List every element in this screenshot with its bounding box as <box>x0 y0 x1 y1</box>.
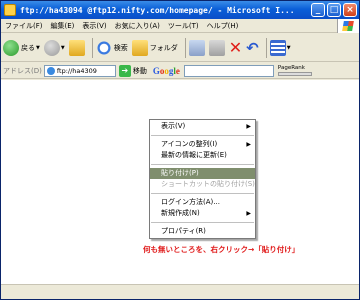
address-value: ftp://ha4309 <box>56 66 97 75</box>
back-label: 戻る <box>21 43 35 52</box>
copy-to-button[interactable] <box>208 36 225 60</box>
menu-separator <box>151 193 254 194</box>
toolbar-separator <box>265 37 267 58</box>
back-arrow-icon <box>3 39 19 56</box>
title-bar[interactable]: ftp://ha43094 @ftp12.nifty.com/homepage/… <box>1 1 359 19</box>
menu-separator <box>151 135 254 136</box>
context-item-label: 最新の情報に更新(E) <box>161 151 227 159</box>
forward-arrow-icon <box>43 39 60 56</box>
context-item-label: アイコンの整列(I) <box>161 140 218 148</box>
menu-favorites[interactable]: お気に入り(A) <box>111 21 164 31</box>
menu-tools[interactable]: ツール(T) <box>164 21 203 31</box>
back-button[interactable]: 戻る ▼ <box>3 36 40 60</box>
menu-view[interactable]: 表示(V) <box>78 21 110 31</box>
copy-to-icon <box>208 39 225 56</box>
context-item-arrange-icons[interactable]: アイコンの整列(I) ▶ <box>150 139 255 150</box>
folders-label: フォルダ <box>149 43 178 52</box>
address-bar: アドレス(D) ftp://ha4309 ➔ 移動 Google PageRan… <box>1 63 359 79</box>
context-item-label: 新規作成(N) <box>161 209 200 217</box>
context-item-paste[interactable]: 貼り付け(P) <box>150 168 255 179</box>
context-item-properties[interactable]: プロパティ(R) <box>150 226 255 237</box>
context-item-view[interactable]: 表示(V) ▶ <box>150 121 255 132</box>
up-folder-icon <box>68 39 85 56</box>
context-item-label: ショートカットの貼り付け(S) <box>161 180 255 188</box>
dropdown-icon[interactable]: ▼ <box>61 45 65 51</box>
globe-icon <box>46 66 55 75</box>
undo-button[interactable]: ↶ <box>246 36 259 60</box>
menu-bar: ファイル(F) 編集(E) 表示(V) お気に入り(A) ツール(T) ヘルプ(… <box>1 19 359 33</box>
go-arrow-icon: ➔ <box>118 64 131 77</box>
move-to-icon <box>188 39 205 56</box>
submenu-arrow-icon: ▶ <box>246 210 251 217</box>
forward-button[interactable]: ▼ <box>43 36 65 60</box>
toolbar-separator <box>91 37 93 58</box>
address-label: アドレス(D) <box>3 66 42 75</box>
context-item-new[interactable]: 新規作成(N) ▶ <box>150 208 255 219</box>
context-item-label: ログイン方法(A)... <box>161 198 220 206</box>
go-button[interactable]: ➔ 移動 <box>118 64 147 77</box>
context-item-login-as[interactable]: ログイン方法(A)... <box>150 197 255 208</box>
menu-help[interactable]: ヘルプ(H) <box>203 21 243 31</box>
search-button[interactable]: 検索 <box>95 36 128 60</box>
go-label: 移動 <box>132 66 147 75</box>
menu-file[interactable]: ファイル(F) <box>1 21 47 31</box>
folders-button[interactable]: フォルダ <box>131 36 178 60</box>
context-item-label: 表示(V) <box>161 122 186 130</box>
move-to-button[interactable] <box>188 36 205 60</box>
google-search-input[interactable] <box>183 64 274 77</box>
maximize-icon[interactable]: □ <box>327 3 341 17</box>
menu-edit[interactable]: 編集(E) <box>47 21 79 31</box>
context-item-label: 貼り付け(P) <box>161 169 199 177</box>
delete-button[interactable]: ✕ <box>229 36 242 60</box>
minimize-icon[interactable]: _ <box>311 3 325 17</box>
windows-logo-icon <box>337 19 359 33</box>
google-logo: Google <box>152 65 180 76</box>
submenu-arrow-icon: ▶ <box>246 141 251 148</box>
window-controls: _ □ × <box>311 3 357 17</box>
menu-separator <box>151 164 254 165</box>
context-item-paste-shortcut: ショートカットの貼り付け(S) <box>150 179 255 190</box>
folder-icon <box>131 39 148 56</box>
context-item-refresh[interactable]: 最新の情報に更新(E) <box>150 150 255 161</box>
dropdown-icon[interactable]: ▼ <box>287 45 291 51</box>
dropdown-icon[interactable]: ▼ <box>36 45 40 51</box>
context-menu: 表示(V) ▶ アイコンの整列(I) ▶ 最新の情報に更新(E) 貼り付け(P)… <box>149 119 256 239</box>
search-label: 検索 <box>113 43 128 52</box>
address-input[interactable]: ftp://ha4309 <box>43 64 116 77</box>
toolbar-separator <box>184 37 186 58</box>
status-bar <box>1 284 359 299</box>
submenu-arrow-icon: ▶ <box>246 123 251 130</box>
window-title: ftp://ha43094 @ftp12.nifty.com/homepage/… <box>20 5 295 15</box>
toolbar: 戻る ▼ ▼ 検索 フォルダ ✕ ↶ ▼ <box>1 34 359 62</box>
undo-icon: ↶ <box>246 38 259 57</box>
pagerank-bar <box>277 72 312 76</box>
pagerank-label: PageRank <box>277 65 305 71</box>
delete-icon: ✕ <box>228 37 243 57</box>
browser-window: ftp://ha43094 @ftp12.nifty.com/homepage/… <box>0 0 360 300</box>
pagerank-indicator: PageRank <box>277 65 312 76</box>
up-folder-button[interactable] <box>68 36 85 60</box>
search-icon <box>95 39 112 56</box>
instruction-annotation: 何も無いところを、右クリック→「貼り付け」 <box>143 245 300 254</box>
views-icon <box>269 39 286 56</box>
close-icon[interactable]: × <box>343 3 357 17</box>
context-item-label: プロパティ(R) <box>161 227 206 235</box>
folder-icon <box>4 4 16 16</box>
menu-separator <box>151 222 254 223</box>
views-button[interactable]: ▼ <box>269 36 291 60</box>
